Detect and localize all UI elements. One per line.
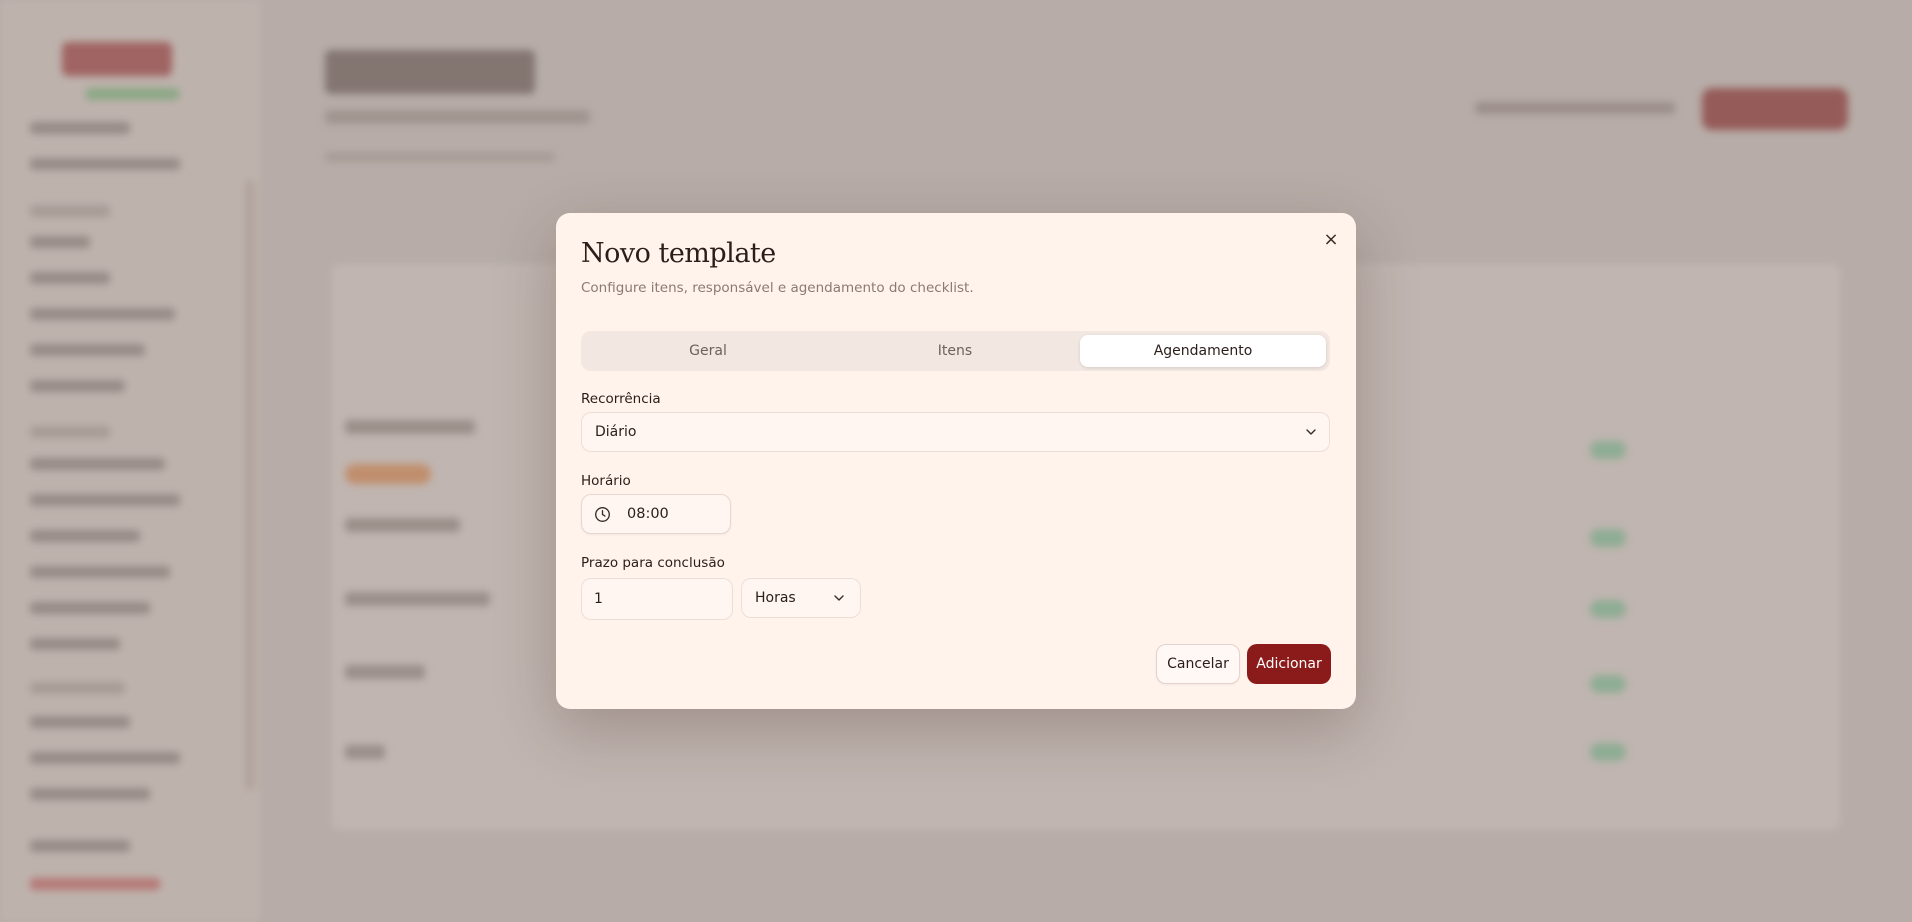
bg-nav-item bbox=[30, 122, 130, 134]
bg-logo bbox=[62, 42, 172, 76]
bg-table-row bbox=[345, 665, 425, 679]
bg-status-pill bbox=[1590, 529, 1626, 547]
bg-badge bbox=[345, 464, 431, 484]
close-icon[interactable]: × bbox=[1320, 229, 1342, 251]
bg-nav-item bbox=[30, 308, 175, 320]
bg-table-row bbox=[345, 420, 475, 434]
clock-icon bbox=[595, 507, 610, 522]
deadline-unit-select[interactable]: Horas bbox=[741, 578, 861, 618]
bg-primary-button bbox=[1702, 88, 1848, 130]
bg-page-subtitle bbox=[325, 110, 590, 124]
bg-table-row bbox=[345, 518, 460, 532]
modal-title: Novo template bbox=[581, 238, 776, 269]
deadline-unit-value: Horas bbox=[755, 590, 796, 606]
bg-nav-item bbox=[30, 878, 160, 890]
tab-itens[interactable]: Itens bbox=[832, 335, 1078, 367]
bg-nav-item bbox=[30, 205, 110, 217]
bg-nav-item bbox=[30, 426, 110, 438]
deadline-label: Prazo para conclusão bbox=[581, 555, 725, 571]
bg-nav-item bbox=[30, 566, 170, 578]
bg-status-pill bbox=[1590, 600, 1626, 618]
deadline-amount-input[interactable]: 1 bbox=[581, 578, 733, 620]
bg-status-pill bbox=[1590, 743, 1626, 761]
recurrence-label: Recorrência bbox=[581, 391, 661, 407]
bg-nav-item bbox=[30, 788, 150, 800]
bg-link bbox=[1475, 102, 1675, 114]
bg-logo-sub bbox=[85, 88, 180, 100]
bg-nav-item bbox=[30, 638, 120, 650]
bg-page-title bbox=[325, 50, 535, 94]
bg-nav-item bbox=[30, 530, 140, 542]
bg-nav-item bbox=[30, 840, 130, 852]
bg-nav-item bbox=[30, 344, 145, 356]
bg-nav-item bbox=[30, 752, 180, 764]
bg-scrollbar bbox=[246, 180, 254, 790]
bg-nav-item bbox=[30, 158, 180, 170]
cancel-button[interactable]: Cancelar bbox=[1156, 644, 1240, 684]
bg-nav-item bbox=[30, 602, 150, 614]
bg-nav-item bbox=[30, 716, 130, 728]
recurrence-select[interactable]: Diário bbox=[581, 412, 1330, 452]
tab-geral[interactable]: Geral bbox=[585, 335, 831, 367]
bg-nav-item bbox=[30, 236, 90, 248]
time-value: 08:00 bbox=[627, 506, 669, 522]
bg-status-pill bbox=[1590, 675, 1626, 693]
recurrence-value: Diário bbox=[595, 424, 637, 440]
tab-agendamento[interactable]: Agendamento bbox=[1080, 335, 1326, 367]
bg-table-row bbox=[345, 745, 385, 759]
modal-description: Configure itens, responsável e agendamen… bbox=[581, 280, 974, 296]
tab-list: Geral Itens Agendamento bbox=[581, 331, 1330, 371]
bg-breadcrumb bbox=[325, 152, 555, 162]
bg-table-row bbox=[345, 592, 490, 606]
add-button[interactable]: Adicionar bbox=[1247, 644, 1331, 684]
bg-nav-item bbox=[30, 458, 165, 470]
bg-status-pill bbox=[1590, 441, 1626, 459]
bg-nav-item bbox=[30, 380, 125, 392]
chevron-down-icon bbox=[834, 595, 844, 601]
chevron-down-icon bbox=[1306, 429, 1316, 435]
bg-nav-item bbox=[30, 494, 180, 506]
bg-nav-item bbox=[30, 682, 125, 694]
bg-nav-item bbox=[30, 272, 110, 284]
time-input[interactable]: 08:00 bbox=[581, 494, 731, 534]
time-label: Horário bbox=[581, 473, 631, 489]
